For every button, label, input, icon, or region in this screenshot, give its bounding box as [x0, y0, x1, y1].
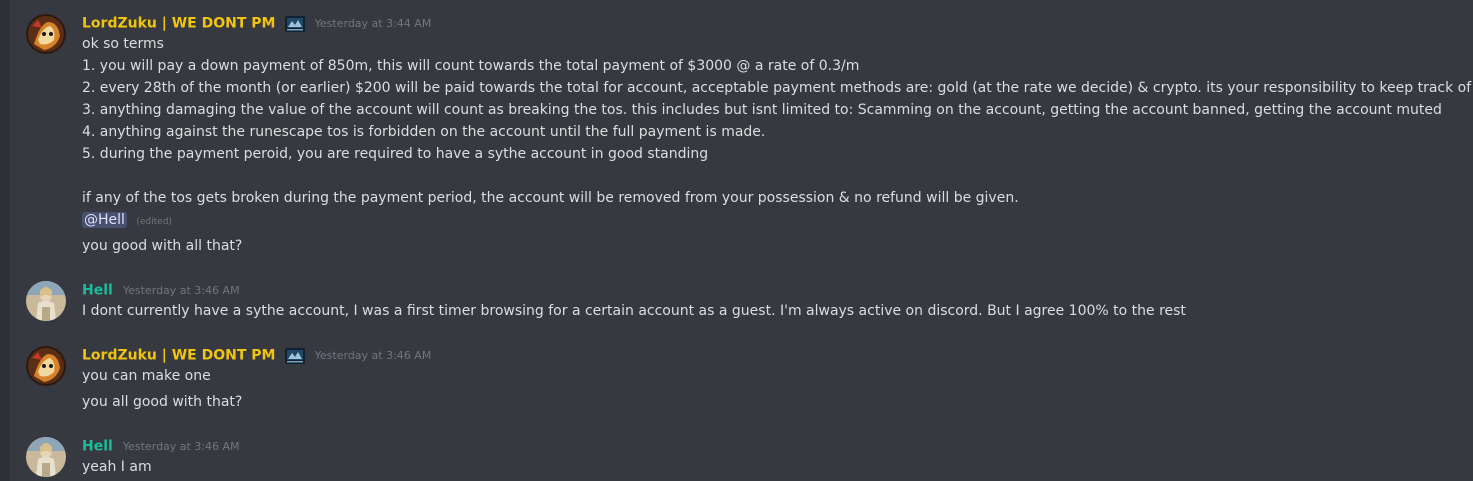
message-line: I dont currently have a sythe account, I…	[82, 303, 1186, 319]
message-header: Hell Yesterday at 3:46 AM	[82, 280, 240, 300]
message-line: 5. during the payment peroid, you are re…	[82, 146, 709, 162]
message-line: if any of the tos gets broken during the…	[82, 190, 1019, 206]
message-line: you good with all that?	[82, 238, 243, 254]
avatar[interactable]	[26, 346, 66, 386]
message-list[interactable]: LordZuku | WE DONT PM Yesterday at 3:44 …	[10, 0, 1473, 481]
mention-line: @Hell (edited)	[82, 210, 172, 232]
message-line: 3. anything damaging the value of the ac…	[82, 102, 1442, 118]
avatar[interactable]	[26, 437, 66, 477]
message-header: LordZuku | WE DONT PM Yesterday at 3:46 …	[82, 345, 431, 365]
user-mention[interactable]: @Hell	[82, 212, 127, 228]
edited-label: (edited)	[136, 217, 172, 227]
message-line: ok so terms	[82, 36, 164, 52]
avatar[interactable]	[26, 14, 66, 54]
channel-sidebar-edge	[0, 0, 10, 481]
message-header: LordZuku | WE DONT PM Yesterday at 3:44 …	[82, 13, 431, 33]
message-line: 1. you will pay a down payment of 850m, …	[82, 58, 860, 74]
username[interactable]: Hell	[82, 439, 113, 455]
username[interactable]: Hell	[82, 283, 113, 299]
username[interactable]: LordZuku | WE DONT PM	[82, 16, 275, 32]
message-header: Hell Yesterday at 3:46 AM	[82, 436, 240, 456]
message-line: you can make one	[82, 368, 211, 384]
server-badge-icon	[284, 347, 305, 364]
avatar[interactable]	[26, 281, 66, 321]
username[interactable]: LordZuku | WE DONT PM	[82, 348, 275, 364]
message-line: 2. every 28th of the month (or earlier) …	[82, 80, 1473, 96]
server-badge-icon	[284, 15, 305, 32]
message-line: you all good with that?	[82, 394, 243, 410]
timestamp[interactable]: Yesterday at 3:46 AM	[123, 284, 240, 297]
message-line: 4. anything against the runescape tos is…	[82, 124, 766, 140]
message-line: yeah I am	[82, 459, 152, 475]
timestamp[interactable]: Yesterday at 3:46 AM	[315, 349, 432, 362]
timestamp[interactable]: Yesterday at 3:44 AM	[315, 17, 432, 30]
timestamp[interactable]: Yesterday at 3:46 AM	[123, 440, 240, 453]
